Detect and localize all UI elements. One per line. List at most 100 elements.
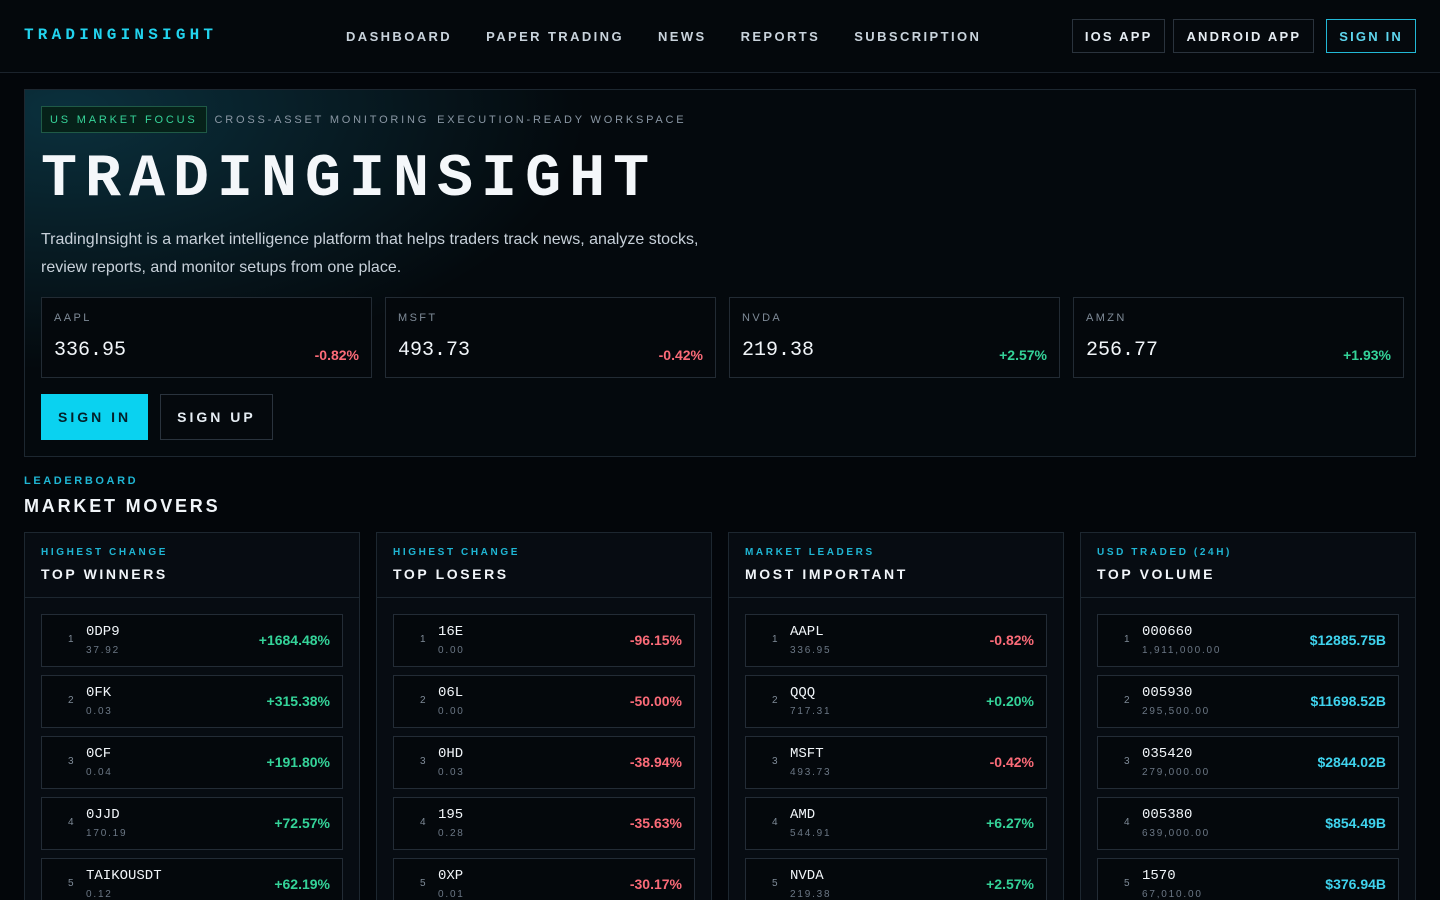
board-rows: 1 AAPL 336.95 -0.82% 2 QQQ 717.31 +0.20% 3 MSFT… xyxy=(729,598,1063,900)
row-price: 0.28 xyxy=(438,828,465,839)
row-price: 544.91 xyxy=(790,828,832,839)
nav-reports[interactable]: REPORTS xyxy=(741,29,821,44)
list-item[interactable]: 1 16E 0.00 -96.15% xyxy=(393,614,695,667)
row-price: 37.92 xyxy=(86,645,121,656)
list-item[interactable]: 1 0DP9 37.92 +1684.48% xyxy=(41,614,343,667)
board-header: USD TRADED (24H) TOP VOLUME xyxy=(1081,533,1415,598)
board-top-losers: HIGHEST CHANGE TOP LOSERS 1 16E 0.00 -96.15… xyxy=(376,532,712,900)
list-item[interactable]: 4 AMD 544.91 +6.27% xyxy=(745,797,1047,850)
row-symbol: 0CF xyxy=(86,746,112,762)
list-item[interactable]: 2 QQQ 717.31 +0.20% xyxy=(745,675,1047,728)
nav-news[interactable]: NEWS xyxy=(658,29,707,44)
nav-dashboard[interactable]: DASHBOARD xyxy=(346,29,452,44)
list-item[interactable]: 3 0HD 0.03 -38.94% xyxy=(393,736,695,789)
row-value: +72.57% xyxy=(274,815,330,831)
list-item[interactable]: 1 AAPL 336.95 -0.82% xyxy=(745,614,1047,667)
row-rank: 5 xyxy=(772,878,778,889)
row-symbol: AMD xyxy=(790,807,816,823)
row-value: +1684.48% xyxy=(258,632,330,648)
board-eyebrow: USD TRADED (24H) xyxy=(1097,547,1232,558)
ticker-card-msft[interactable]: MSFT 493.73 -0.42% xyxy=(385,297,716,378)
row-rank: 3 xyxy=(1124,756,1130,767)
list-item[interactable]: 2 005930 295,500.00 $11698.52B xyxy=(1097,675,1399,728)
row-value: -96.15% xyxy=(629,632,682,648)
row-rank: 2 xyxy=(420,695,426,706)
board-rows: 1 0DP9 37.92 +1684.48% 2 0FK 0.03 +315.38% 3 0C… xyxy=(25,598,359,900)
hero-sign-up-button[interactable]: SIGN UP xyxy=(160,394,273,440)
board-header: HIGHEST CHANGE TOP WINNERS xyxy=(25,533,359,598)
ios-app-button[interactable]: IOS APP xyxy=(1071,19,1166,53)
list-item[interactable]: 5 TAIKOUSDT 0.12 +62.19% xyxy=(41,858,343,900)
row-value: $11698.52B xyxy=(1310,693,1386,709)
list-item[interactable]: 1 000660 1,911,000.00 $12885.75B xyxy=(1097,614,1399,667)
brand-logo[interactable]: TRADINGINSIGHT xyxy=(24,26,217,44)
list-item[interactable]: 3 MSFT 493.73 -0.42% xyxy=(745,736,1047,789)
board-title: MOST IMPORTANT xyxy=(745,566,908,582)
board-eyebrow: HIGHEST CHANGE xyxy=(41,547,168,558)
board-title: TOP WINNERS xyxy=(41,566,168,582)
ticker-card-aapl[interactable]: AAPL 336.95 -0.82% xyxy=(41,297,372,378)
row-price: 0.03 xyxy=(438,767,465,778)
row-symbol: 0DP9 xyxy=(86,624,120,640)
hero-title: TRADINGINSIGHT xyxy=(41,146,658,214)
list-item[interactable]: 5 NVDA 219.38 +2.57% xyxy=(745,858,1047,900)
row-value: -0.82% xyxy=(989,632,1034,648)
row-rank: 4 xyxy=(1124,817,1130,828)
list-item[interactable]: 5 1570 67,010.00 $376.94B xyxy=(1097,858,1399,900)
main-nav: DASHBOARD PAPER TRADING NEWS REPORTS SUB… xyxy=(346,29,1015,44)
list-item[interactable]: 2 0FK 0.03 +315.38% xyxy=(41,675,343,728)
row-symbol: 035420 xyxy=(1142,746,1193,762)
row-value: $854.49B xyxy=(1325,815,1386,831)
ticker-symbol: AAPL xyxy=(54,312,92,324)
hero-panel: US MARKET FOCUS CROSS-ASSET MONITORING E… xyxy=(24,89,1416,457)
ticker-change: -0.42% xyxy=(658,347,703,363)
board-header: MARKET LEADERS MOST IMPORTANT xyxy=(729,533,1063,598)
list-item[interactable]: 3 035420 279,000.00 $2844.02B xyxy=(1097,736,1399,789)
row-symbol: 000660 xyxy=(1142,624,1193,640)
row-rank: 5 xyxy=(68,878,74,889)
row-rank: 2 xyxy=(68,695,74,706)
row-value: +0.20% xyxy=(986,693,1034,709)
row-price: 170.19 xyxy=(86,828,128,839)
hero-tags: US MARKET FOCUS CROSS-ASSET MONITORING E… xyxy=(41,106,686,133)
board-eyebrow: HIGHEST CHANGE xyxy=(393,547,520,558)
row-symbol: NVDA xyxy=(790,868,824,884)
row-price: 717.31 xyxy=(790,706,832,717)
header-sign-in-button[interactable]: SIGN IN xyxy=(1326,19,1416,53)
list-item[interactable]: 4 005380 639,000.00 $854.49B xyxy=(1097,797,1399,850)
board-eyebrow: MARKET LEADERS xyxy=(745,547,875,558)
list-item[interactable]: 2 06L 0.00 -50.00% xyxy=(393,675,695,728)
ticker-price: 256.77 xyxy=(1086,339,1159,362)
row-value: -38.94% xyxy=(629,754,682,770)
ticker-card-amzn[interactable]: AMZN 256.77 +1.93% xyxy=(1073,297,1404,378)
row-symbol: MSFT xyxy=(790,746,824,762)
row-value: +6.27% xyxy=(986,815,1034,831)
list-item[interactable]: 3 0CF 0.04 +191.80% xyxy=(41,736,343,789)
list-item[interactable]: 5 0XP 0.01 -30.17% xyxy=(393,858,695,900)
nav-paper-trading[interactable]: PAPER TRADING xyxy=(486,29,624,44)
android-app-button[interactable]: ANDROID APP xyxy=(1173,19,1315,53)
row-symbol: QQQ xyxy=(790,685,816,701)
row-rank: 2 xyxy=(772,695,778,706)
row-rank: 4 xyxy=(772,817,778,828)
leaderboard-boards: HIGHEST CHANGE TOP WINNERS 1 0DP9 37.92 +16… xyxy=(24,532,1416,900)
ticker-symbol: AMZN xyxy=(1086,312,1127,324)
row-value: +2.57% xyxy=(986,876,1034,892)
row-rank: 1 xyxy=(1124,634,1130,645)
row-value: +315.38% xyxy=(266,693,330,709)
ticker-price: 493.73 xyxy=(398,339,471,362)
row-rank: 5 xyxy=(1124,878,1130,889)
row-symbol: 005380 xyxy=(1142,807,1193,823)
hero-sign-in-button[interactable]: SIGN IN xyxy=(41,394,149,440)
list-item[interactable]: 4 195 0.28 -35.63% xyxy=(393,797,695,850)
workspace-tag: EXECUTION-READY WORKSPACE xyxy=(437,113,687,126)
nav-subscription[interactable]: SUBSCRIPTION xyxy=(854,29,981,44)
row-value: $2844.02B xyxy=(1317,754,1386,770)
ticker-card-nvda[interactable]: NVDA 219.38 +2.57% xyxy=(729,297,1060,378)
hero-cta-group: SIGN IN SIGN UP xyxy=(41,394,273,440)
row-price: 0.12 xyxy=(86,889,113,900)
list-item[interactable]: 4 0JJD 170.19 +72.57% xyxy=(41,797,343,850)
row-symbol: 0FK xyxy=(86,685,112,701)
row-symbol: AAPL xyxy=(790,624,824,640)
row-symbol: 1570 xyxy=(1142,868,1176,884)
